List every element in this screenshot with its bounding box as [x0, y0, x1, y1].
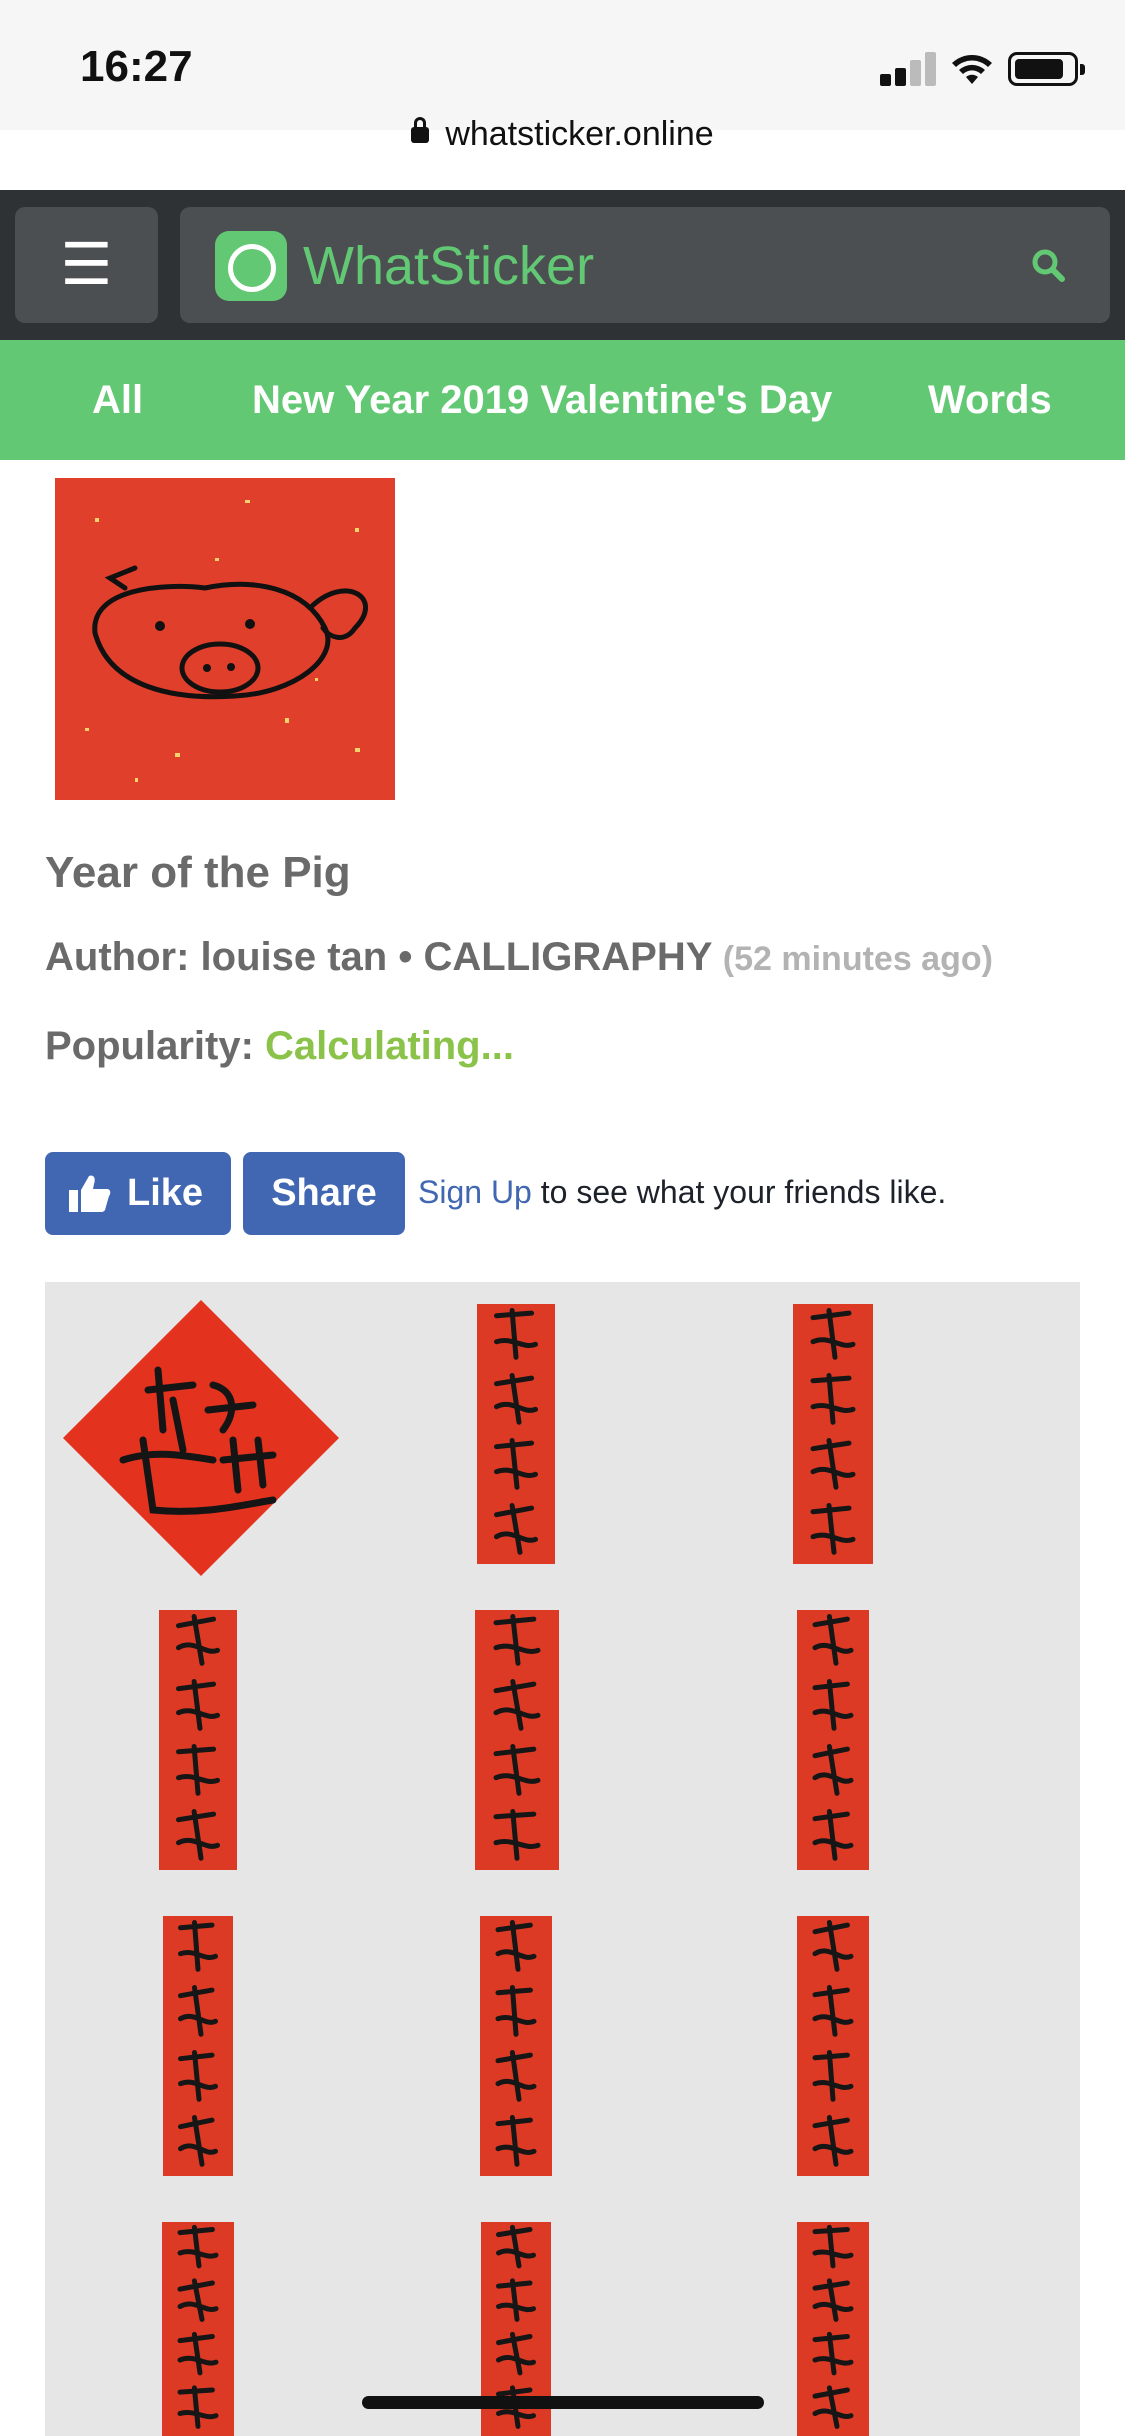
- calligraphy-strokes: [178, 1920, 218, 2167]
- calligraphy-strokes: [493, 1614, 541, 1861]
- calligraphy-strokes: [176, 1614, 220, 1861]
- calligraphy-strokes: [810, 1308, 856, 1555]
- calligraphy-strokes: [177, 2224, 219, 2429]
- grid-sticker-10[interactable]: [162, 2222, 234, 2436]
- popularity: Popularity: Calculating...: [45, 1024, 514, 1069]
- grid-sticker-12[interactable]: [797, 2222, 869, 2436]
- grid-sticker-9[interactable]: [797, 1916, 869, 2176]
- popularity-label: Popularity:: [45, 1024, 254, 1068]
- whatsticker-logo-icon: [215, 231, 287, 301]
- grid-sticker-8[interactable]: [480, 1916, 552, 2176]
- hamburger-icon: ☰: [60, 232, 113, 297]
- menu-button[interactable]: ☰: [15, 207, 158, 323]
- nav-item-words[interactable]: Words: [928, 378, 1052, 423]
- calligraphy-strokes: [812, 1920, 854, 2167]
- status-time: 16:27: [80, 42, 193, 91]
- category-nav: All New Year 2019 Valentine's Day Words: [0, 340, 1125, 460]
- sticker-image[interactable]: [55, 478, 395, 800]
- meta-separator: •: [398, 935, 413, 979]
- nav-item-new-year-valentines[interactable]: New Year 2019 Valentine's Day: [252, 378, 832, 423]
- grid-sticker-4[interactable]: [159, 1610, 237, 1870]
- facebook-like-button[interactable]: Like: [45, 1152, 231, 1235]
- nav-item-all[interactable]: All: [92, 378, 143, 423]
- calligraphy-strokes: [494, 1308, 538, 1555]
- grid-sticker-2[interactable]: [477, 1304, 555, 1564]
- author-label: Author:: [45, 935, 190, 979]
- wifi-icon: [952, 55, 992, 84]
- facebook-share-button[interactable]: Share: [243, 1152, 405, 1235]
- facebook-signup-text: Sign Up to see what your friends like.: [418, 1174, 946, 1211]
- address-bar[interactable]: whatsticker.online: [0, 115, 1125, 154]
- lock-icon: [411, 117, 430, 143]
- grid-sticker-1[interactable]: [45, 1282, 355, 1592]
- status-bar: 16:27: [0, 0, 1125, 130]
- calligraphy-strokes: [812, 2224, 854, 2429]
- pig-drawing: [85, 500, 369, 782]
- calligraphy-strokes: [495, 1920, 537, 2167]
- search-icon[interactable]: [1030, 247, 1066, 283]
- grid-sticker-5[interactable]: [475, 1610, 559, 1870]
- pack-name[interactable]: CALLIGRAPHY: [424, 935, 712, 979]
- like-label: Like: [127, 1172, 204, 1214]
- grid-sticker-7[interactable]: [163, 1916, 233, 2176]
- sticker-grid: [45, 1282, 1080, 2436]
- site-header: ☰ WhatSticker: [0, 190, 1125, 340]
- diamond-calligraphy: [63, 1300, 339, 1576]
- popularity-value: Calculating...: [265, 1024, 514, 1068]
- battery-icon: [1008, 52, 1085, 86]
- sticker-title: Year of the Pig: [45, 848, 351, 897]
- search-bar[interactable]: WhatSticker: [180, 207, 1110, 323]
- time-ago: (52 minutes ago): [722, 940, 993, 978]
- brand-name: WhatSticker: [303, 236, 595, 296]
- signup-link[interactable]: Sign Up: [418, 1174, 532, 1210]
- grid-sticker-6[interactable]: [797, 1610, 869, 1870]
- home-indicator[interactable]: [362, 2396, 764, 2409]
- thumbs-up-icon: [69, 1175, 111, 1212]
- signup-text: to see what your friends like.: [531, 1174, 947, 1210]
- url-text: whatsticker.online: [445, 115, 714, 153]
- cellular-signal-icon: [880, 52, 936, 86]
- calligraphy-strokes: [812, 1614, 854, 1861]
- sticker-meta: Author: louise tan • CALLIGRAPHY (52 min…: [45, 935, 993, 980]
- grid-sticker-3[interactable]: [793, 1304, 873, 1564]
- author-name[interactable]: louise tan: [201, 935, 388, 979]
